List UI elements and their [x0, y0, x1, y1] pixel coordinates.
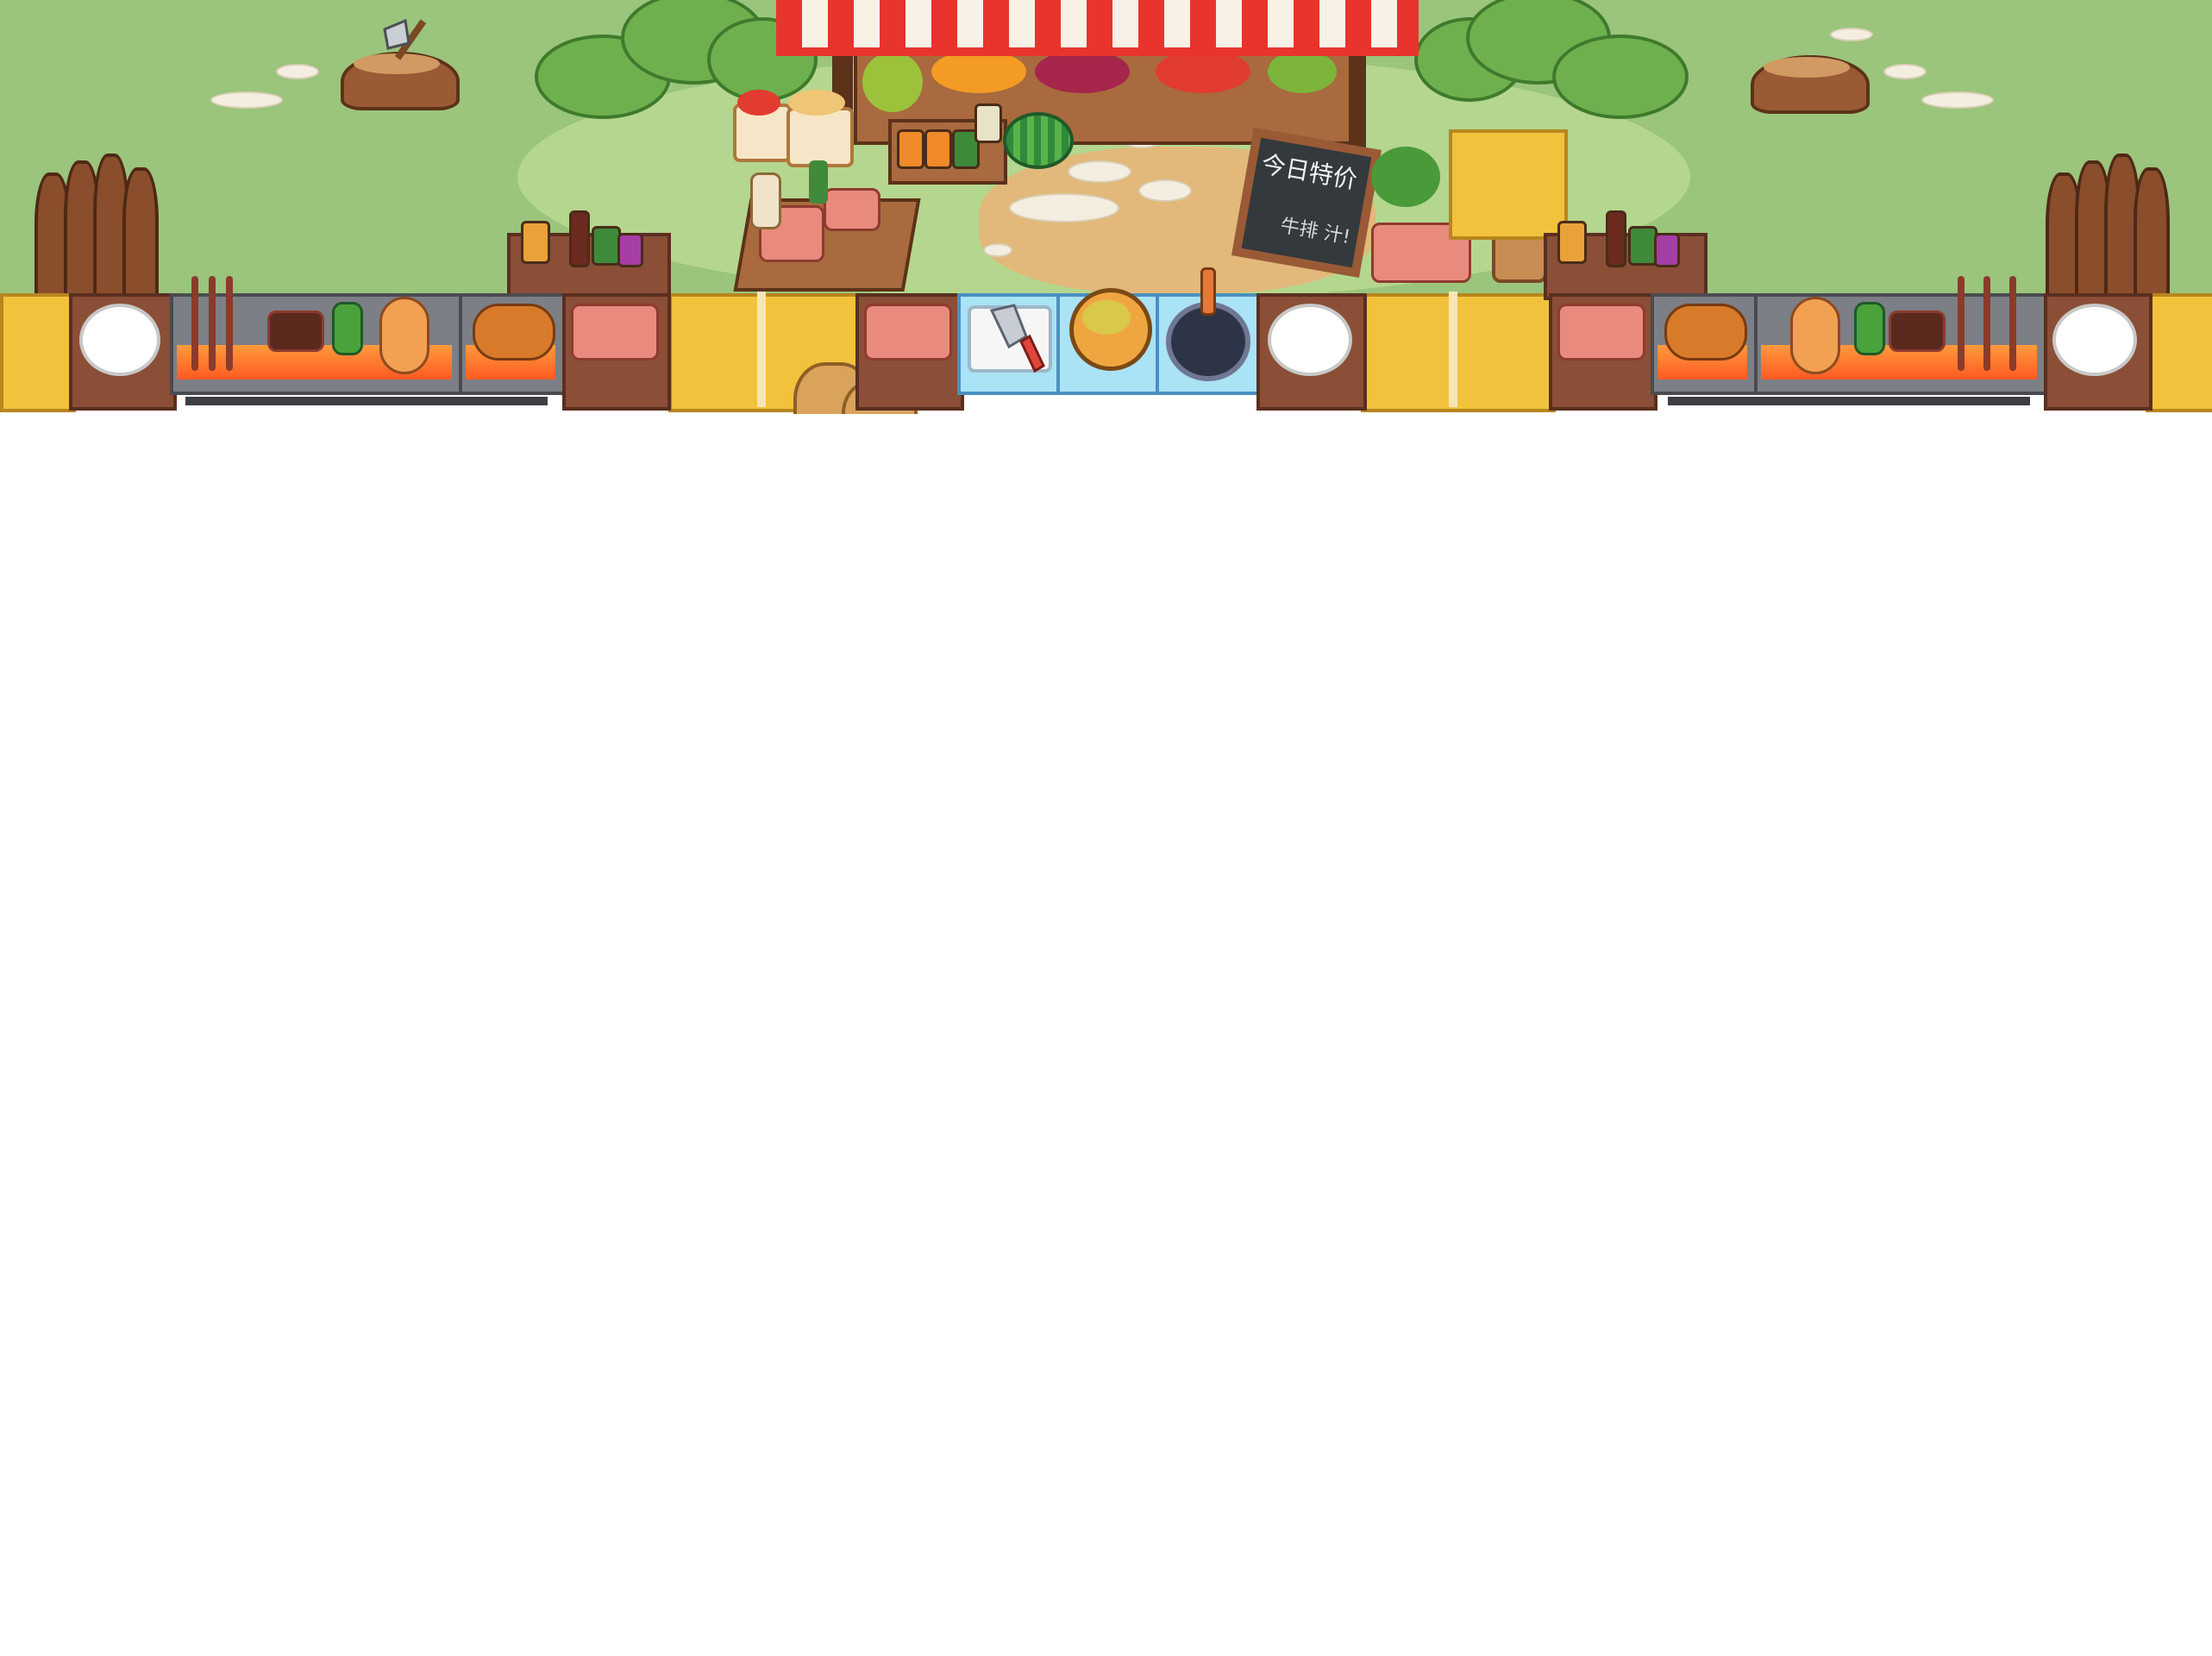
- pickle-jar: [592, 226, 621, 266]
- path-stone: [1138, 179, 1192, 202]
- watermelon: [1003, 112, 1074, 169]
- game-scene: 今日特价 牛排 汁!: [0, 0, 2212, 414]
- spice-jar: [974, 104, 1002, 143]
- skewer[interactable]: [191, 276, 198, 371]
- skewer[interactable]: [209, 276, 216, 371]
- garlic-bunch: [750, 172, 781, 229]
- grilled-steak[interactable]: [1889, 310, 1946, 352]
- dish-plate[interactable]: [79, 304, 160, 376]
- path-stone: [1068, 160, 1131, 183]
- path-stone: [1830, 28, 1873, 41]
- dish-plate[interactable]: [2052, 304, 2137, 376]
- grape-jar: [1654, 233, 1680, 267]
- spinach-pile: [1371, 147, 1440, 207]
- grill-base: [185, 397, 548, 405]
- skewer[interactable]: [226, 276, 233, 371]
- skewer[interactable]: [2009, 276, 2016, 371]
- sign-title: 今日特价: [1259, 149, 1360, 195]
- raw-pork[interactable]: [1557, 304, 1645, 361]
- path-stone: [1883, 64, 1927, 79]
- tomato-pile: [1156, 50, 1250, 93]
- soy-bottle: [569, 210, 590, 267]
- grain: [788, 90, 845, 116]
- path-stone: [276, 64, 319, 79]
- green-pepper[interactable]: [1854, 302, 1885, 355]
- jam-jar: [897, 129, 924, 169]
- hay-bale: [1449, 129, 1568, 240]
- dish-plate[interactable]: [1268, 304, 1352, 376]
- jam-jar: [924, 129, 952, 169]
- sign-subtitle: 牛排 汁!: [1278, 215, 1352, 249]
- grill-base: [1668, 397, 2030, 405]
- skewer[interactable]: [1983, 276, 1990, 371]
- vegetable-pile: [1268, 50, 1337, 93]
- tree-stump-top: [1764, 57, 1850, 78]
- sauce-jar: [521, 221, 550, 264]
- knife-icon[interactable]: [983, 302, 1052, 380]
- hay-rope: [1449, 292, 1457, 407]
- grilled-eggplant[interactable]: [379, 297, 429, 374]
- path-stone: [210, 91, 283, 109]
- bush: [1552, 34, 1689, 119]
- pickle-jar: [1628, 226, 1657, 266]
- orange-pile: [931, 50, 1026, 93]
- grain-basket: [786, 107, 854, 167]
- special-offer-sign: 今日特价 牛排 汁!: [1231, 128, 1382, 278]
- pork-slab: [824, 188, 880, 231]
- fence-post: [122, 167, 159, 300]
- roast-chicken[interactable]: [1664, 304, 1747, 361]
- green-pepper[interactable]: [332, 302, 363, 355]
- tomatoes: [737, 90, 780, 116]
- soy-bottle: [1606, 210, 1626, 267]
- grilled-eggplant[interactable]: [1790, 297, 1840, 374]
- green-fruit-pile: [862, 52, 923, 112]
- soup: [1082, 300, 1131, 335]
- hay-bale: [2146, 293, 2212, 412]
- roast-chicken[interactable]: [473, 304, 555, 361]
- hay-rope: [757, 292, 766, 407]
- market-awning: [776, 0, 1419, 56]
- sauce-jar: [1557, 221, 1587, 264]
- path-stone: [1921, 91, 1994, 109]
- path-stone: [983, 243, 1012, 257]
- hay-bale: [1361, 293, 1556, 412]
- path-stone: [1009, 193, 1119, 223]
- axe-icon: [379, 12, 440, 67]
- pan-handle: [1200, 267, 1216, 316]
- raw-pork[interactable]: [864, 304, 952, 361]
- skewer[interactable]: [1958, 276, 1964, 371]
- hay-bale: [0, 293, 76, 412]
- fence-post: [2134, 167, 2170, 300]
- hanging-greens: [809, 160, 828, 204]
- grape-jar: [617, 233, 643, 267]
- raw-pork[interactable]: [571, 304, 659, 361]
- grilled-steak[interactable]: [267, 310, 324, 352]
- plum-pile: [1035, 50, 1130, 93]
